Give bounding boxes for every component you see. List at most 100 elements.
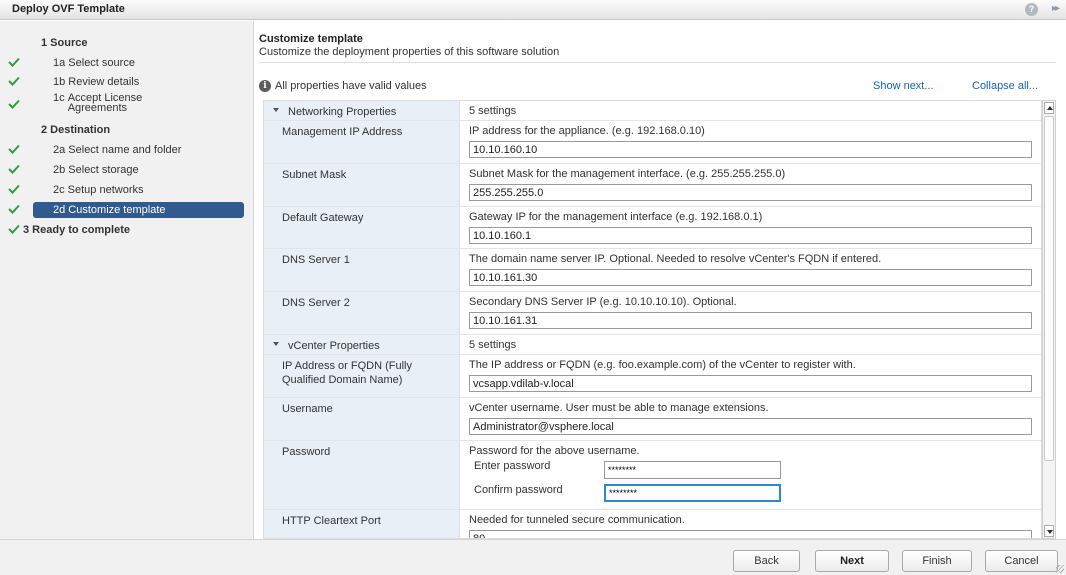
window-titlebar: Deploy OVF Template ? ▸▸: [0, 0, 1066, 20]
prop-management-ip: Management IP Address IP address for the…: [264, 121, 1041, 164]
validation-text: All properties have valid values: [275, 80, 427, 92]
group-networking-properties[interactable]: Networking Properties 5 settings: [264, 101, 1041, 121]
prop-label: Password: [282, 446, 331, 458]
nav-label-lines: Accept License Agreements: [67, 93, 143, 114]
group-label: Networking Properties: [288, 106, 397, 118]
next-button[interactable]: Next: [815, 550, 889, 572]
prop-description: Needed for tunneled secure communication…: [469, 514, 685, 526]
vcenter-address-input[interactable]: [469, 375, 1032, 392]
nav-item-select-source[interactable]: 1a Select source: [0, 55, 254, 73]
scroll-down-icon[interactable]: [1044, 525, 1054, 537]
confirm-password-input[interactable]: [604, 484, 781, 502]
nav-label: 2d Customize template: [53, 204, 166, 216]
check-icon: [8, 164, 20, 174]
nav-item-customize-template[interactable]: 2d Customize template: [0, 202, 254, 220]
enter-password-label: Enter password: [474, 460, 551, 472]
http-port-input[interactable]: [469, 530, 1032, 538]
subnet-mask-input[interactable]: [469, 184, 1032, 201]
prop-password: Password Password for the above username…: [264, 441, 1041, 510]
dns-server-2-input[interactable]: [469, 312, 1032, 329]
nav-label: 1b Review details: [53, 76, 140, 88]
nav-item-select-storage[interactable]: 2b Select storage: [0, 162, 254, 180]
prop-label: Management IP Address: [282, 126, 403, 138]
nav-label-line2: Agreements: [67, 102, 127, 114]
prop-username: Username vCenter username. User must be …: [264, 398, 1041, 441]
check-icon: [8, 224, 20, 234]
nav-label: 1 Source: [41, 37, 88, 49]
prop-http-cleartext-port: HTTP Cleartext Port Needed for tunneled …: [264, 510, 1041, 538]
nav-item-accept-license[interactable]: 1c Accept License Agreements: [0, 93, 254, 115]
prop-description: Gateway IP for the management interface …: [469, 211, 763, 223]
check-icon: [8, 99, 20, 109]
prop-label: HTTP Cleartext Port: [282, 515, 381, 527]
prop-description: IP address for the appliance. (e.g. 192.…: [469, 125, 705, 137]
wizard-footer: Back Next Finish Cancel: [0, 539, 1066, 575]
nav-label: 2 Destination: [41, 124, 111, 136]
prop-description: The IP address or FQDN (e.g. foo.example…: [469, 359, 856, 371]
management-ip-input[interactable]: [469, 141, 1032, 158]
check-icon: [8, 204, 20, 214]
page-title: Customize template: [259, 33, 363, 45]
check-icon: [8, 57, 20, 67]
prop-description: The domain name server IP. Optional. Nee…: [469, 253, 882, 265]
nav-label: 1a Select source: [53, 57, 135, 69]
wizard-nav: 1 Source 1a Select source 1b Review deta…: [0, 21, 254, 539]
prop-subnet-mask: Subnet Mask Subnet Mask for the manageme…: [264, 164, 1041, 207]
nav-item-setup-networks[interactable]: 2c Setup networks: [0, 182, 254, 200]
expand-icon[interactable]: ▸▸: [1052, 3, 1060, 14]
prop-dns-server-2: DNS Server 2 Secondary DNS Server IP (e.…: [264, 292, 1041, 335]
group-label: vCenter Properties: [288, 340, 380, 352]
prop-description: vCenter username. User must be able to m…: [469, 402, 769, 414]
collapse-all-link[interactable]: Collapse all...: [972, 80, 1038, 92]
validation-status: i All properties have valid values Show …: [259, 79, 1056, 95]
default-gateway-input[interactable]: [469, 227, 1032, 244]
nav-label: 2a Select name and folder: [53, 144, 182, 156]
properties-table: Networking Properties 5 settings Managem…: [263, 100, 1042, 539]
group-count: 5 settings: [469, 105, 517, 117]
prop-vcenter-address: IP Address or FQDN (Fully Qualified Doma…: [264, 355, 1041, 398]
prop-label: DNS Server 2: [282, 297, 350, 309]
group-label-cell: Networking Properties: [264, 101, 460, 120]
resize-grip-icon[interactable]: [1056, 565, 1064, 573]
check-icon: [8, 144, 20, 154]
info-icon: i: [259, 80, 271, 92]
enter-password-input[interactable]: [604, 461, 781, 479]
check-icon: [8, 184, 20, 194]
show-next-link[interactable]: Show next...: [873, 80, 934, 92]
nav-item-select-name-folder[interactable]: 2a Select name and folder: [0, 142, 254, 160]
prop-label: Subnet Mask: [282, 169, 347, 181]
finish-button[interactable]: Finish: [902, 550, 972, 572]
nav-header-destination: 2 Destination: [0, 122, 254, 140]
properties-scrollbar[interactable]: [1042, 100, 1056, 539]
check-icon: [8, 76, 20, 86]
main-content: Customize template Customize the deploym…: [259, 21, 1066, 539]
page-subtitle: Customize the deployment properties of t…: [259, 46, 560, 58]
back-button[interactable]: Back: [733, 550, 800, 572]
nav-label: 1c Accept License Agreements: [53, 92, 143, 114]
prop-label: IP Address or FQDN (Fully Qualified Doma…: [282, 360, 412, 386]
prop-label: Username: [282, 403, 333, 415]
username-input[interactable]: [469, 418, 1032, 435]
nav-item-review-details[interactable]: 1b Review details: [0, 74, 254, 92]
nav-header-source: 1 Source: [0, 35, 254, 53]
dns-server-1-input[interactable]: [469, 269, 1032, 286]
cancel-button[interactable]: Cancel: [985, 550, 1058, 572]
prop-default-gateway: Default Gateway Gateway IP for the manag…: [264, 207, 1041, 249]
nav-label: 3 Ready to complete: [23, 224, 130, 236]
group-label-cell: vCenter Properties: [264, 335, 460, 354]
scroll-thumb[interactable]: [1044, 116, 1054, 461]
divider: [259, 62, 1056, 63]
nav-header-ready-to-complete[interactable]: 3 Ready to complete: [0, 222, 254, 240]
nav-label: 2c Setup networks: [53, 184, 144, 196]
window-title: Deploy OVF Template: [12, 3, 125, 15]
scroll-up-icon[interactable]: [1044, 102, 1054, 114]
help-icon[interactable]: ?: [1025, 3, 1038, 16]
prop-description: Subnet Mask for the management interface…: [469, 168, 786, 180]
nav-label-prefix: 1c: [53, 92, 65, 104]
caret-down-icon[interactable]: [273, 108, 279, 112]
prop-label: Default Gateway: [282, 212, 364, 224]
caret-down-icon[interactable]: [273, 342, 279, 346]
prop-description: Secondary DNS Server IP (e.g. 10.10.10.1…: [469, 296, 737, 308]
group-vcenter-properties[interactable]: vCenter Properties 5 settings: [264, 335, 1041, 355]
prop-description: Password for the above username.: [469, 445, 640, 457]
